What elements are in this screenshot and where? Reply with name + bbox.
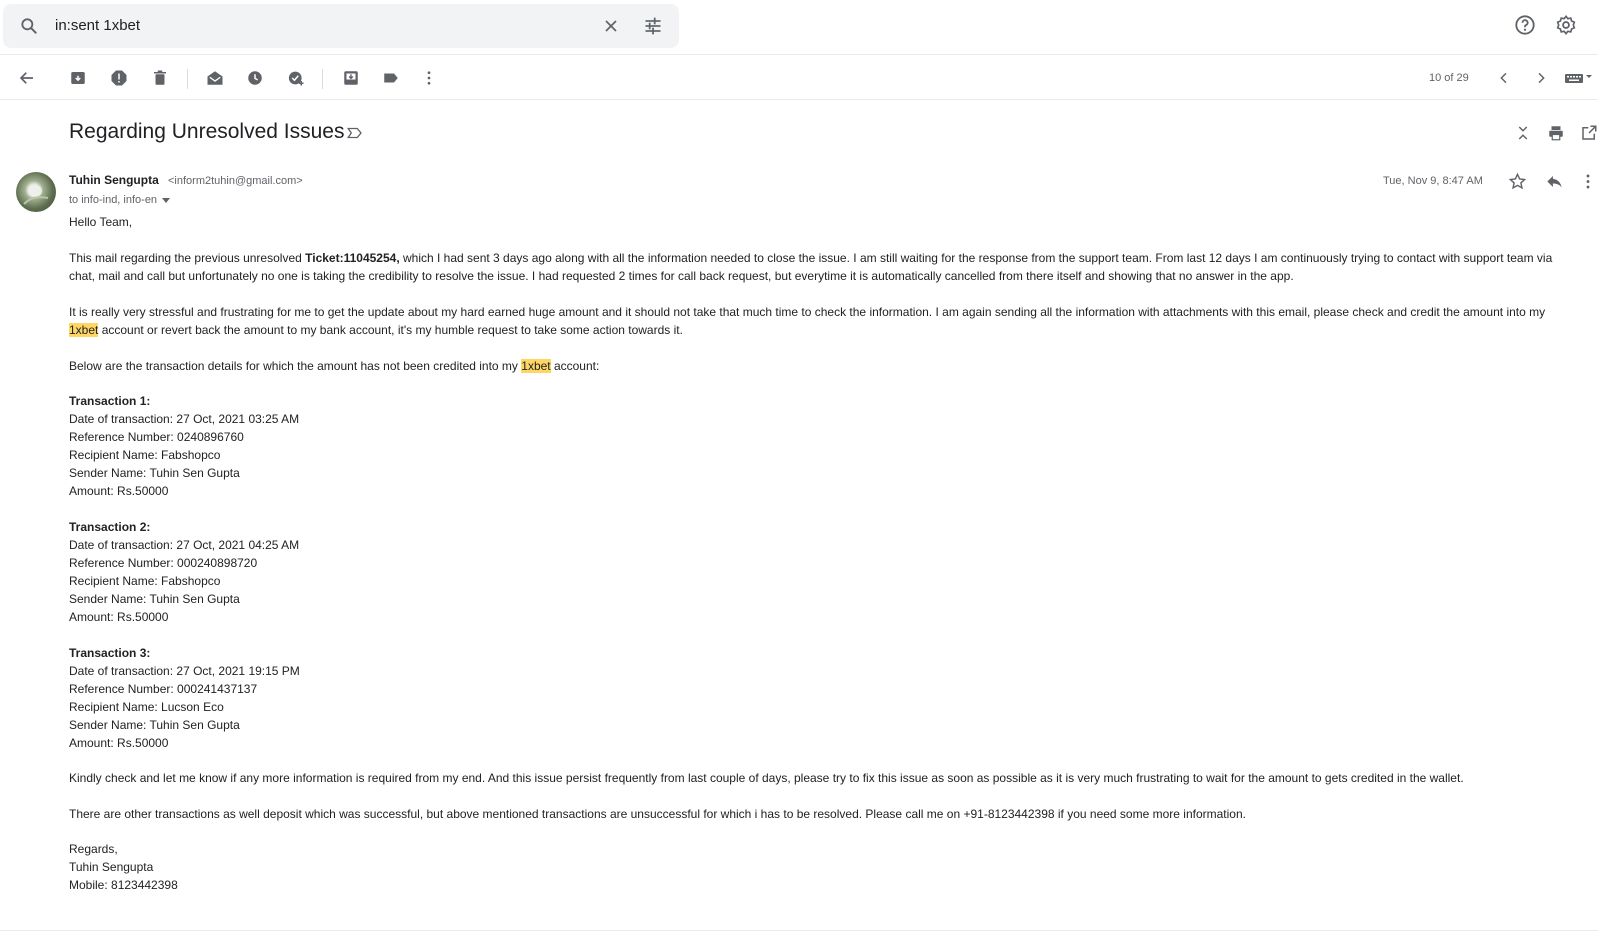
paragraph-line: 1xbet account or revert back the amount … bbox=[69, 323, 683, 337]
recipients-dropdown[interactable]: to info-ind, info-en bbox=[69, 194, 171, 206]
text-span: which I had sent 3 days ago along with a… bbox=[399, 251, 1553, 265]
email-subject: Regarding Unresolved Issues bbox=[69, 120, 345, 143]
signature-name: Tuhin Sengupta bbox=[69, 860, 154, 874]
transaction-reference: Reference Number: 000241437137 bbox=[69, 682, 258, 696]
transaction-recipient: Recipient Name: Fabshopco bbox=[69, 574, 221, 588]
greeting: Hello Team, bbox=[69, 215, 133, 229]
sender-name[interactable]: Tuhin Sengupta bbox=[69, 173, 159, 187]
transaction-reference: Reference Number: 000240898720 bbox=[69, 556, 258, 570]
transaction-sender: Sender Name: Tuhin Sen Gupta bbox=[69, 466, 240, 480]
message-toolbar: 10 of 29 bbox=[0, 56, 1598, 100]
transaction-amount: Amount: Rs.50000 bbox=[69, 736, 169, 750]
transaction-recipient: Recipient Name: Lucson Eco bbox=[69, 700, 224, 714]
search-highlight: 1xbet bbox=[521, 359, 551, 373]
pagination-count: 10 of 29 bbox=[1429, 72, 1469, 84]
paragraph-line: Kindly check and let me know if any more… bbox=[69, 771, 1464, 785]
search-bar[interactable]: in:sent 1xbet bbox=[3, 4, 679, 48]
star-icon[interactable] bbox=[1508, 172, 1527, 191]
toolbar-divider bbox=[187, 69, 188, 89]
archive-icon[interactable] bbox=[67, 67, 89, 89]
clear-search-icon[interactable] bbox=[601, 16, 621, 36]
paragraph-line: This mail regarding the previous unresol… bbox=[69, 251, 1552, 265]
print-icon[interactable] bbox=[1547, 124, 1565, 142]
mark-unread-icon[interactable] bbox=[204, 67, 226, 89]
snooze-icon[interactable] bbox=[244, 67, 266, 89]
transaction-date: Date of transaction: 27 Oct, 2021 04:25 … bbox=[69, 538, 300, 552]
divider bbox=[0, 930, 1598, 931]
transaction-date: Date of transaction: 27 Oct, 2021 03:25 … bbox=[69, 412, 300, 426]
transaction-title: Transaction 3: bbox=[69, 646, 151, 660]
search-highlight: 1xbet bbox=[69, 323, 99, 337]
transaction-amount: Amount: Rs.50000 bbox=[69, 484, 169, 498]
transaction-title: Transaction 1: bbox=[69, 394, 151, 408]
recipients-text: to info-ind, info-en bbox=[69, 194, 158, 206]
add-task-icon[interactable] bbox=[285, 67, 307, 89]
chevron-left-icon[interactable] bbox=[1493, 67, 1515, 89]
move-to-icon[interactable] bbox=[340, 67, 362, 89]
reply-icon[interactable] bbox=[1545, 172, 1564, 191]
open-new-window-icon[interactable] bbox=[1580, 124, 1598, 142]
text-span: Below are the transaction details for wh… bbox=[69, 359, 522, 373]
chevron-right-icon[interactable] bbox=[1530, 67, 1552, 89]
search-options-icon[interactable] bbox=[643, 16, 663, 36]
collapse-all-icon[interactable] bbox=[1514, 124, 1532, 142]
important-label-icon[interactable] bbox=[346, 124, 364, 142]
search-icon[interactable] bbox=[19, 16, 39, 36]
ticket-number: Ticket:11045254, bbox=[305, 251, 400, 265]
message-date: Tue, Nov 9, 8:47 AM bbox=[1383, 175, 1483, 187]
input-tools-keyboard-icon[interactable] bbox=[1563, 67, 1595, 89]
settings-gear-icon[interactable] bbox=[1555, 14, 1577, 36]
delete-icon[interactable] bbox=[149, 67, 171, 89]
text-span: This mail regarding the previous unresol… bbox=[69, 251, 306, 265]
text-span: account or revert back the amount to my … bbox=[98, 323, 683, 337]
transaction-sender: Sender Name: Tuhin Sen Gupta bbox=[69, 592, 240, 606]
signature-mobile: Mobile: 8123442398 bbox=[69, 878, 178, 892]
transaction-reference: Reference Number: 0240896760 bbox=[69, 430, 244, 444]
transaction-date: Date of transaction: 27 Oct, 2021 19:15 … bbox=[69, 664, 300, 678]
paragraph-line: It is really very stressful and frustrat… bbox=[69, 305, 1546, 319]
caret-down-icon[interactable] bbox=[162, 197, 171, 203]
transaction-sender: Sender Name: Tuhin Sen Gupta bbox=[69, 718, 240, 732]
report-spam-icon[interactable] bbox=[108, 67, 130, 89]
sender-avatar[interactable] bbox=[16, 172, 56, 212]
top-bar: in:sent 1xbet bbox=[0, 0, 1598, 55]
back-arrow-icon[interactable] bbox=[16, 67, 38, 89]
help-icon[interactable] bbox=[1514, 14, 1536, 36]
sender-email: <inform2tuhin@gmail.com> bbox=[168, 175, 303, 187]
message-more-icon[interactable] bbox=[1582, 172, 1594, 191]
signature-regards: Regards, bbox=[69, 842, 118, 856]
transaction-title: Transaction 2: bbox=[69, 520, 151, 534]
label-icon[interactable] bbox=[380, 67, 402, 89]
transaction-recipient: Recipient Name: Fabshopco bbox=[69, 448, 221, 462]
search-input[interactable]: in:sent 1xbet bbox=[55, 17, 140, 34]
toolbar-divider bbox=[322, 69, 323, 89]
text-span: account: bbox=[550, 359, 600, 373]
paragraph-line: Below are the transaction details for wh… bbox=[69, 359, 599, 373]
paragraph-line: There are other transactions as well dep… bbox=[69, 807, 1246, 821]
more-vert-icon[interactable] bbox=[418, 67, 440, 89]
transaction-amount: Amount: Rs.50000 bbox=[69, 610, 169, 624]
paragraph-line: chat, mail and call but unfortunately no… bbox=[69, 269, 1294, 283]
